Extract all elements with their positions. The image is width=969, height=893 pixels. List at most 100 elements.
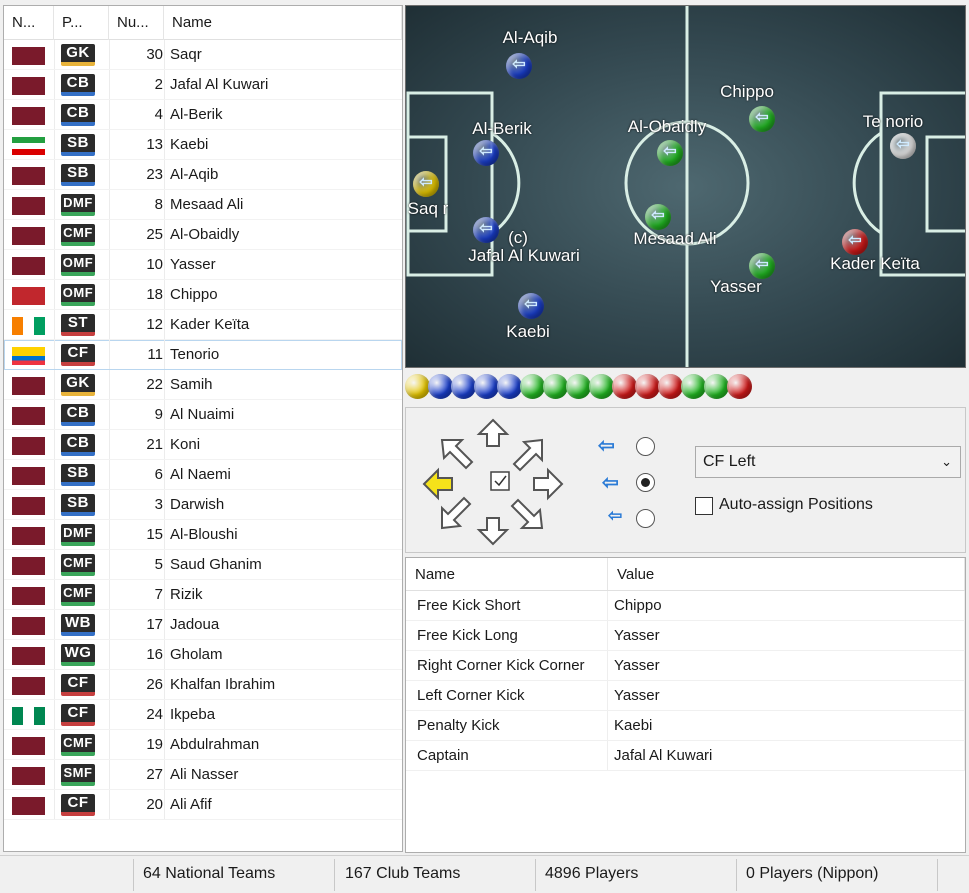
player-row[interactable]: DMF 15 Al-Bloushi [4,520,402,550]
player-color-ball[interactable] [428,374,453,399]
property-value[interactable]: Jafal Al Kuwari [608,741,965,770]
column-header-number[interactable]: Nu... [109,6,164,40]
nation-flag-icon [12,587,45,605]
player-row[interactable]: SB 6 Al Naemi [4,460,402,490]
player-row[interactable]: CB 4 Al-Berik [4,100,402,130]
player-color-ball[interactable] [474,374,499,399]
column-header-prop-name[interactable]: Name [406,558,608,590]
property-value[interactable]: Kaebi [608,711,965,740]
property-value[interactable]: Yasser [608,681,965,710]
property-value[interactable]: Yasser [608,621,965,650]
status-players: 4896 Players [545,865,639,882]
player-color-ball[interactable] [658,374,683,399]
column-header-nation[interactable]: N... [4,6,54,40]
player-name: Mesaad Ali [170,196,244,213]
player-list-header: N... P... Nu... Name [4,6,402,40]
player-marker[interactable]: ⇦ [413,171,439,197]
player-row[interactable]: CMF 19 Abdulrahman [4,730,402,760]
player-color-ball[interactable] [497,374,522,399]
position-select[interactable]: CF Left ⌄ [695,446,961,478]
player-marker[interactable]: ⇦ [645,204,671,230]
radio-medium[interactable] [636,473,655,492]
player-marker[interactable]: ⇦ [657,140,683,166]
player-color-ball[interactable] [451,374,476,399]
status-national-teams: 64 National Teams [143,865,276,882]
radio-long[interactable] [636,437,655,456]
player-number: 13 [146,136,163,153]
property-value[interactable]: Chippo [608,591,965,620]
player-row[interactable]: CB 21 Koni [4,430,402,460]
property-row[interactable]: Left Corner Kick Yasser [406,681,965,711]
player-marker[interactable]: ⇦ [749,253,775,279]
player-row[interactable]: WB 17 Jadoua [4,610,402,640]
arrow-left-icon: ⇦ [755,109,769,126]
formation-pitch[interactable]: ⇦ ⇦ ⇦ ⇦ ⇦ ⇦ ⇦ ⇦ ⇦ ⇦ ⇦ Al-Aqib Chippo Al-Berik Al-Obaid… [405,5,966,368]
player-color-ball[interactable] [543,374,568,399]
player-marker[interactable]: ⇦ [749,106,775,132]
auto-assign-checkbox[interactable] [695,497,713,515]
radio-short[interactable] [636,509,655,528]
player-row[interactable]: CMF 7 Rizik [4,580,402,610]
player-row[interactable]: CF 26 Khalfan Ibrahim [4,670,402,700]
player-color-ball[interactable] [405,374,430,399]
player-color-ball[interactable] [635,374,660,399]
nation-flag-icon [12,617,45,635]
nation-flag-icon [12,167,45,185]
player-marker[interactable]: ⇦ [842,229,868,255]
player-color-ball[interactable] [727,374,752,399]
player-row[interactable]: SB 23 Al-Aqib [4,160,402,190]
player-row[interactable]: SB 3 Darwish [4,490,402,520]
player-name: Al-Obaidly [170,226,240,243]
player-marker[interactable]: ⇦ [890,133,916,159]
player-row[interactable]: CMF 5 Saud Ghanim [4,550,402,580]
player-row[interactable]: GK 30 Saqr [4,40,402,70]
column-header-name[interactable]: Name [164,6,402,40]
column-header-position[interactable]: P... [54,6,109,40]
player-row[interactable]: CMF 25 Al-Obaidly [4,220,402,250]
property-row[interactable]: Free Kick Short Chippo [406,591,965,621]
arrow-left-mid-icon: ⇦ [602,472,619,494]
player-color-ball[interactable] [566,374,591,399]
player-color-ball[interactable] [520,374,545,399]
player-marker[interactable]: ⇦ [473,140,499,166]
player-number: 5 [154,556,163,573]
player-row[interactable]: OMF 18 Chippo [4,280,402,310]
player-number: 20 [146,796,163,813]
player-row[interactable]: SMF 27 Ali Nasser [4,760,402,790]
player-row[interactable]: WG 16 Gholam [4,640,402,670]
player-row[interactable]: CF 11 Tenorio [4,340,402,370]
player-marker[interactable]: ⇦ [506,53,532,79]
player-color-ball[interactable] [612,374,637,399]
property-value[interactable]: Yasser [608,651,965,680]
property-row[interactable]: Right Corner Kick Corner Yasser [406,651,965,681]
player-list[interactable]: N... P... Nu... Name GK 30 Saqr CB 2 Jafal Al… [3,5,403,852]
nation-flag-icon [12,227,45,245]
player-row[interactable]: ST 12 Kader Keïta [4,310,402,340]
arrow-left-icon: ⇦ [896,136,910,153]
property-row[interactable]: Captain Jafal Al Kuwari [406,741,965,771]
player-number: 9 [154,406,163,423]
nation-flag-icon [12,377,45,395]
nation-flag-icon [12,347,45,365]
player-row[interactable]: GK 22 Samih [4,370,402,400]
nation-flag-icon [12,767,45,785]
player-color-ball[interactable] [704,374,729,399]
player-row[interactable]: OMF 10 Yasser [4,250,402,280]
player-row[interactable]: CF 20 Ali Afif [4,790,402,820]
player-marker[interactable]: ⇦ [518,293,544,319]
player-row[interactable]: SB 13 Kaebi [4,130,402,160]
player-row[interactable]: CB 9 Al Nuaimi [4,400,402,430]
property-row[interactable]: Penalty Kick Kaebi [406,711,965,741]
column-header-prop-value[interactable]: Value [608,558,965,590]
player-row[interactable]: CB 2 Jafal Al Kuwari [4,70,402,100]
player-color-ball[interactable] [589,374,614,399]
movement-controls: ⇦ ⇦ ⇦ CF Left ⌄ Auto-assign Positions [405,407,966,553]
player-number: 17 [146,616,163,633]
player-row[interactable]: CF 24 Ikpeba [4,700,402,730]
property-row[interactable]: Free Kick Long Yasser [406,621,965,651]
player-number: 26 [146,676,163,693]
player-marker[interactable]: ⇦ [473,217,499,243]
player-color-ball[interactable] [681,374,706,399]
nation-flag-icon [12,647,45,665]
player-row[interactable]: DMF 8 Mesaad Ali [4,190,402,220]
